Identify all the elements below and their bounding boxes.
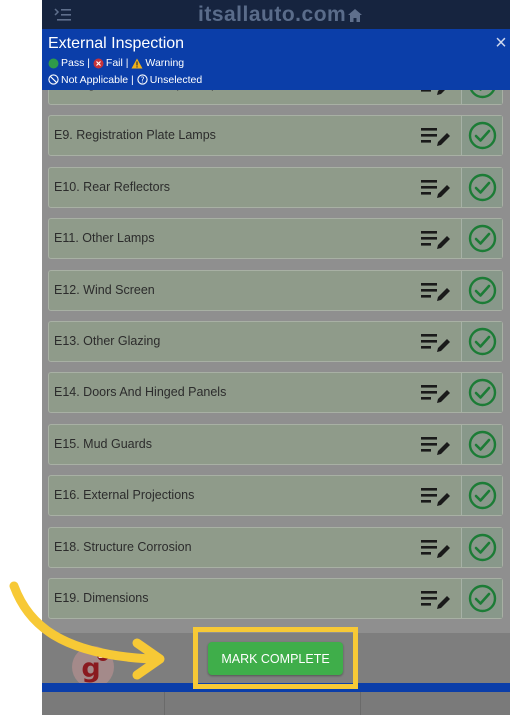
pass-check-icon	[468, 327, 496, 356]
bottom-nav	[42, 692, 510, 715]
legend-pass: Pass |	[48, 56, 90, 70]
pass-check-icon	[468, 122, 496, 150]
home-icon[interactable]	[348, 9, 362, 22]
status-toggle-button[interactable]	[461, 322, 502, 361]
pass-check-icon	[468, 379, 496, 407]
inspection-item-row: E16. External Projections	[48, 475, 503, 517]
menu-collapse-icon[interactable]	[54, 8, 72, 22]
inspection-item-label: E9. Registration Plate Lamps	[54, 128, 216, 143]
add-note-icon[interactable]	[419, 381, 451, 405]
add-note-icon[interactable]	[419, 433, 451, 457]
inspection-item-label: E16. External Projections	[54, 488, 195, 503]
legend-unselected-label: Unselected	[149, 73, 203, 86]
legend-fail: Fail |	[93, 56, 129, 70]
pass-check-icon	[469, 90, 495, 99]
modal-title: External Inspection	[48, 35, 185, 52]
pass-icon	[48, 58, 59, 68]
site-title: itsallauto.com	[198, 3, 347, 26]
status-legend: Pass | Fail | Warning Not Applicable | ?…	[48, 56, 468, 89]
not-applicable-icon	[48, 74, 59, 85]
nav-divider	[164, 692, 165, 715]
inspection-item-row: E12. Wind Screen	[48, 269, 503, 311]
status-toggle-button[interactable]	[461, 424, 502, 464]
fail-icon	[93, 58, 104, 68]
legend-pass-label: Pass |	[61, 57, 90, 69]
status-toggle-button[interactable]	[461, 373, 502, 413]
add-note-icon[interactable]	[419, 330, 451, 354]
legend-fail-label: Fail |	[105, 57, 129, 69]
legend-not-applicable: Not Applicable |	[48, 73, 134, 87]
inspection-item-row: E13. Other Glazing	[48, 321, 503, 362]
status-toggle-button[interactable]	[461, 219, 502, 259]
inspection-item-row: E10. Rear Reflectors	[48, 166, 503, 208]
mark-complete-button[interactable]: MARK COMPLETE	[208, 642, 343, 675]
inspection-item-label: E11. Other Lamps	[54, 231, 155, 246]
add-note-icon[interactable]	[419, 176, 451, 200]
status-toggle-button[interactable]	[461, 116, 502, 156]
inspection-item-label: E14. Doors And Hinged Panels	[54, 385, 227, 400]
top-app-bar: itsallauto.com	[42, 0, 510, 30]
inspection-item-label: E8. High Mounted Stop Lamps	[54, 90, 224, 91]
inspection-item-label: E13. Other Glazing	[54, 334, 161, 348]
add-note-icon[interactable]	[419, 227, 451, 251]
pass-check-icon	[468, 173, 496, 201]
legend-not-applicable-label: Not Applicable |	[61, 73, 134, 86]
pass-check-icon	[468, 430, 496, 458]
svg-text:?: ?	[140, 75, 144, 84]
add-note-icon[interactable]	[419, 587, 451, 611]
add-note-icon[interactable]	[419, 484, 451, 508]
add-note-icon[interactable]	[419, 90, 451, 97]
inspection-item-list[interactable]: E8. High Mounted Stop Lamps E9. Registra…	[42, 90, 510, 633]
pass-check-icon	[468, 224, 496, 253]
close-button[interactable]: ×	[492, 32, 510, 54]
status-toggle-button[interactable]	[461, 476, 502, 516]
status-toggle-button[interactable]	[461, 167, 502, 207]
nav-divider	[360, 692, 361, 715]
warning-icon	[131, 58, 143, 68]
status-toggle-button[interactable]	[461, 270, 502, 310]
inspection-item-label: E10. Rear Reflectors	[54, 179, 171, 194]
add-note-icon[interactable]	[419, 124, 451, 148]
legend-warning: Warning	[131, 56, 184, 70]
pass-check-icon	[468, 276, 496, 304]
unselected-icon: ?	[137, 74, 148, 85]
inspection-item-label: E12. Wind Screen	[54, 282, 155, 297]
inspection-item-label: E15. Mud Guards	[54, 436, 152, 451]
inspection-item-row: E11. Other Lamps	[48, 218, 503, 260]
add-note-icon[interactable]	[419, 279, 451, 303]
add-note-icon[interactable]	[419, 536, 451, 560]
status-toggle-button[interactable]	[461, 90, 502, 104]
inspection-item-row: E15. Mud Guards	[48, 423, 503, 465]
inspection-item-row: E14. Doors And Hinged Panels	[48, 372, 503, 414]
inspection-item-row: E8. High Mounted Stop Lamps	[48, 90, 503, 105]
inspection-item-label: E18. Structure Corrosion	[54, 539, 192, 554]
inspection-item-row: E9. Registration Plate Lamps	[48, 115, 503, 157]
status-toggle-button[interactable]	[461, 579, 502, 618]
legend-warning-label: Warning	[145, 57, 185, 69]
inspection-item-row: E18. Structure Corrosion	[48, 526, 503, 568]
tutorial-arrow-icon	[9, 581, 165, 680]
legend-unselected: ? Unselected	[137, 73, 203, 87]
pass-check-icon	[468, 481, 496, 510]
modal-header: External Inspection × Pass | Fail | Warn…	[42, 29, 510, 90]
status-toggle-button[interactable]	[461, 527, 502, 567]
pass-check-icon	[468, 584, 496, 613]
pass-check-icon	[468, 533, 496, 561]
